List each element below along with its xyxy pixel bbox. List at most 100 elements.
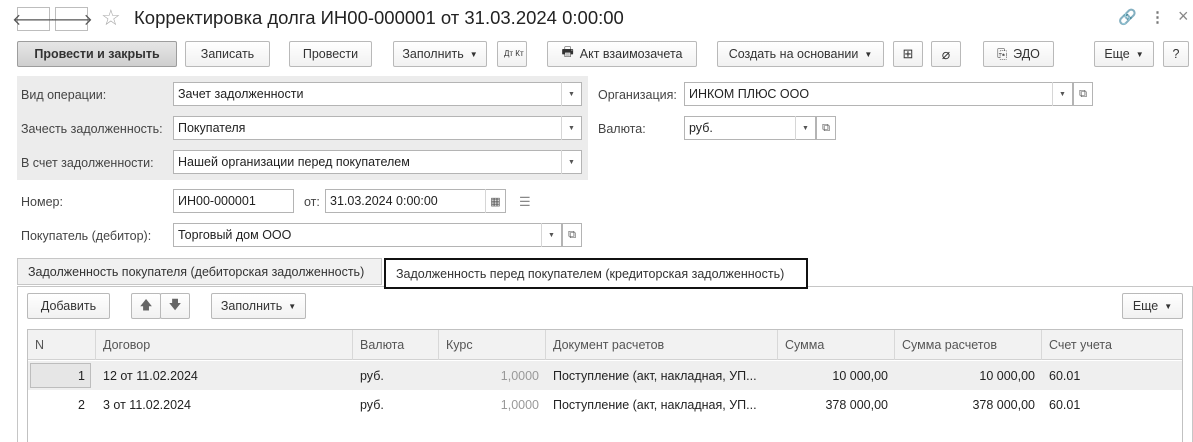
save-label: Записать bbox=[200, 47, 255, 61]
open-icon[interactable]: ⧉ bbox=[1073, 82, 1093, 106]
number-label: Номер: bbox=[21, 195, 63, 209]
favorite-star-icon[interactable]: ☆ bbox=[101, 5, 121, 31]
attach-button[interactable]: ⌀ bbox=[931, 41, 961, 67]
number-field[interactable]: ИН00-000001 bbox=[173, 189, 294, 213]
number-value: ИН00-000001 bbox=[178, 194, 256, 208]
dt-kt-button[interactable]: Дт Кт bbox=[497, 41, 527, 67]
cell-settlement-amount: 10 000,00 bbox=[979, 368, 1035, 383]
chevron-down-icon[interactable]: ▼ bbox=[561, 82, 581, 106]
column-header[interactable]: Сумма bbox=[778, 330, 895, 360]
structure-button[interactable]: ⊞ bbox=[893, 41, 923, 67]
organization-value: ИНКОМ ПЛЮС ООО bbox=[689, 87, 810, 101]
cell-n: 1 bbox=[78, 368, 85, 383]
cell-account: 60.01 bbox=[1049, 397, 1081, 412]
column-header[interactable]: Курс bbox=[439, 330, 546, 360]
calendar-icon[interactable]: ▦ bbox=[485, 189, 505, 213]
edo-label: ЭДО bbox=[1013, 47, 1040, 61]
column-header[interactable]: Валюта bbox=[353, 330, 439, 360]
cell-n: 2 bbox=[78, 397, 85, 412]
post-button[interactable]: Провести bbox=[289, 41, 372, 67]
link-icon[interactable]: 🔗 bbox=[1118, 8, 1137, 26]
tab-receivables-label: Задолженность покупателя (дебиторская за… bbox=[28, 264, 365, 279]
chevron-down-icon[interactable]: ▼ bbox=[541, 223, 561, 247]
buyer-label: Покупатель (дебитор): bbox=[21, 229, 152, 243]
op-type-select[interactable]: Зачет задолженности bbox=[173, 82, 582, 106]
forward-button[interactable]: 🡒 bbox=[50, 7, 93, 31]
comment-icon[interactable]: ☰ bbox=[519, 194, 531, 210]
column-header[interactable]: Документ расчетов bbox=[546, 330, 778, 360]
fill-button[interactable]: Заполнить ▼ bbox=[393, 41, 487, 67]
cell-currency: руб. bbox=[360, 368, 384, 383]
paperclip-icon: ⌀ bbox=[941, 45, 951, 62]
help-button[interactable]: ? bbox=[1163, 41, 1189, 67]
chevron-down-icon[interactable]: ▼ bbox=[561, 150, 581, 174]
chevron-down-icon[interactable]: ▼ bbox=[795, 116, 815, 140]
offset-debt-value: Покупателя bbox=[178, 121, 246, 135]
hierarchy-icon: ⊞ bbox=[902, 46, 914, 61]
tab-receivables[interactable]: Задолженность покупателя (дебиторская за… bbox=[17, 258, 382, 285]
offset-debt-select[interactable]: Покупателя bbox=[173, 116, 582, 140]
more-label: Еще bbox=[1104, 47, 1130, 61]
date-label: от: bbox=[304, 195, 320, 209]
op-type-label: Вид операции: bbox=[21, 88, 107, 102]
organization-field[interactable]: ИНКОМ ПЛЮС ООО bbox=[684, 82, 1073, 106]
tab-payables-label: Задолженность перед покупателем (кредито… bbox=[396, 266, 785, 281]
back-button[interactable]: 🡐 bbox=[12, 7, 55, 31]
column-header[interactable]: N bbox=[28, 330, 96, 360]
open-icon[interactable]: ⧉ bbox=[816, 116, 836, 140]
fill-label: Заполнить bbox=[402, 47, 464, 61]
buyer-field[interactable]: Торговый дом ООО bbox=[173, 223, 562, 247]
cell-contract: 3 от 11.02.2024 bbox=[103, 397, 191, 412]
buyer-value: Торговый дом ООО bbox=[178, 228, 292, 242]
more-vertical-icon[interactable]: ⋮ bbox=[1150, 8, 1165, 26]
add-label: Добавить bbox=[40, 299, 97, 313]
debt-table: N Договор Валюта Курс Документ расчетов … bbox=[27, 329, 1183, 442]
chevron-down-icon: ▼ bbox=[864, 49, 873, 59]
close-icon[interactable]: × bbox=[1178, 6, 1189, 27]
table-fill-label: Заполнить bbox=[220, 299, 283, 313]
against-debt-label: В счет задолженности: bbox=[21, 156, 154, 170]
chevron-down-icon: ▼ bbox=[1164, 301, 1173, 311]
against-debt-select[interactable]: Нашей организации перед покупателем bbox=[173, 150, 582, 174]
open-icon[interactable]: ⧉ bbox=[562, 223, 582, 247]
add-button[interactable]: Добавить bbox=[27, 293, 110, 319]
move-up-button[interactable]: 🡅 bbox=[131, 293, 161, 319]
table-more-label: Еще bbox=[1132, 299, 1159, 313]
help-label: ? bbox=[1172, 47, 1180, 61]
arrow-right-icon: 🡒 bbox=[50, 11, 93, 29]
more-button[interactable]: Еще ▼ bbox=[1094, 41, 1154, 67]
table-header: N Договор Валюта Курс Документ расчетов … bbox=[28, 330, 1182, 360]
offset-act-label: Акт взаимозачета bbox=[579, 47, 683, 61]
arrow-down-icon: 🡇 bbox=[168, 297, 182, 312]
chevron-down-icon: ▼ bbox=[288, 301, 297, 311]
table-fill-button[interactable]: Заполнить ▼ bbox=[211, 293, 306, 319]
currency-value: руб. bbox=[689, 121, 713, 135]
column-header[interactable]: Счет учета bbox=[1042, 330, 1184, 360]
chevron-down-icon: ▼ bbox=[469, 49, 478, 59]
date-field[interactable]: 31.03.2024 0:00:00 bbox=[325, 189, 506, 213]
chevron-down-icon[interactable]: ▼ bbox=[1052, 82, 1072, 106]
arrow-left-icon: 🡐 bbox=[12, 11, 55, 29]
chevron-down-icon: ▼ bbox=[1135, 49, 1144, 59]
chevron-down-icon[interactable]: ▼ bbox=[561, 116, 581, 140]
table-row[interactable]: 2 3 от 11.02.2024 руб. 1,0000 Поступлени… bbox=[28, 390, 1182, 419]
create-based-on-label: Создать на основании bbox=[728, 47, 859, 61]
op-type-value: Зачет задолженности bbox=[178, 87, 304, 101]
table-row[interactable]: 1 12 от 11.02.2024 руб. 1,0000 Поступлен… bbox=[28, 361, 1182, 390]
printer-icon: 🖶 bbox=[561, 44, 574, 59]
create-based-on-button[interactable]: Создать на основании ▼ bbox=[717, 41, 884, 67]
offset-act-button[interactable]: 🖶 Акт взаимозачета bbox=[547, 41, 697, 67]
column-header[interactable]: Сумма расчетов bbox=[895, 330, 1042, 360]
table-more-button[interactable]: Еще ▼ bbox=[1122, 293, 1183, 319]
organization-label: Организация: bbox=[598, 88, 677, 102]
cell-amount: 10 000,00 bbox=[832, 368, 888, 383]
move-down-button[interactable]: 🡇 bbox=[160, 293, 190, 319]
post-and-close-button[interactable]: Провести и закрыть bbox=[17, 41, 177, 67]
post-and-close-label: Провести и закрыть bbox=[34, 47, 160, 61]
column-header[interactable]: Договор bbox=[96, 330, 353, 360]
edo-button[interactable]: ⎘ ЭДО bbox=[983, 41, 1054, 67]
tab-payables[interactable]: Задолженность перед покупателем (кредито… bbox=[384, 258, 808, 289]
save-button[interactable]: Записать bbox=[185, 41, 270, 67]
cell-currency: руб. bbox=[360, 397, 384, 412]
dt-kt-icon: Дт Кт bbox=[504, 49, 524, 58]
